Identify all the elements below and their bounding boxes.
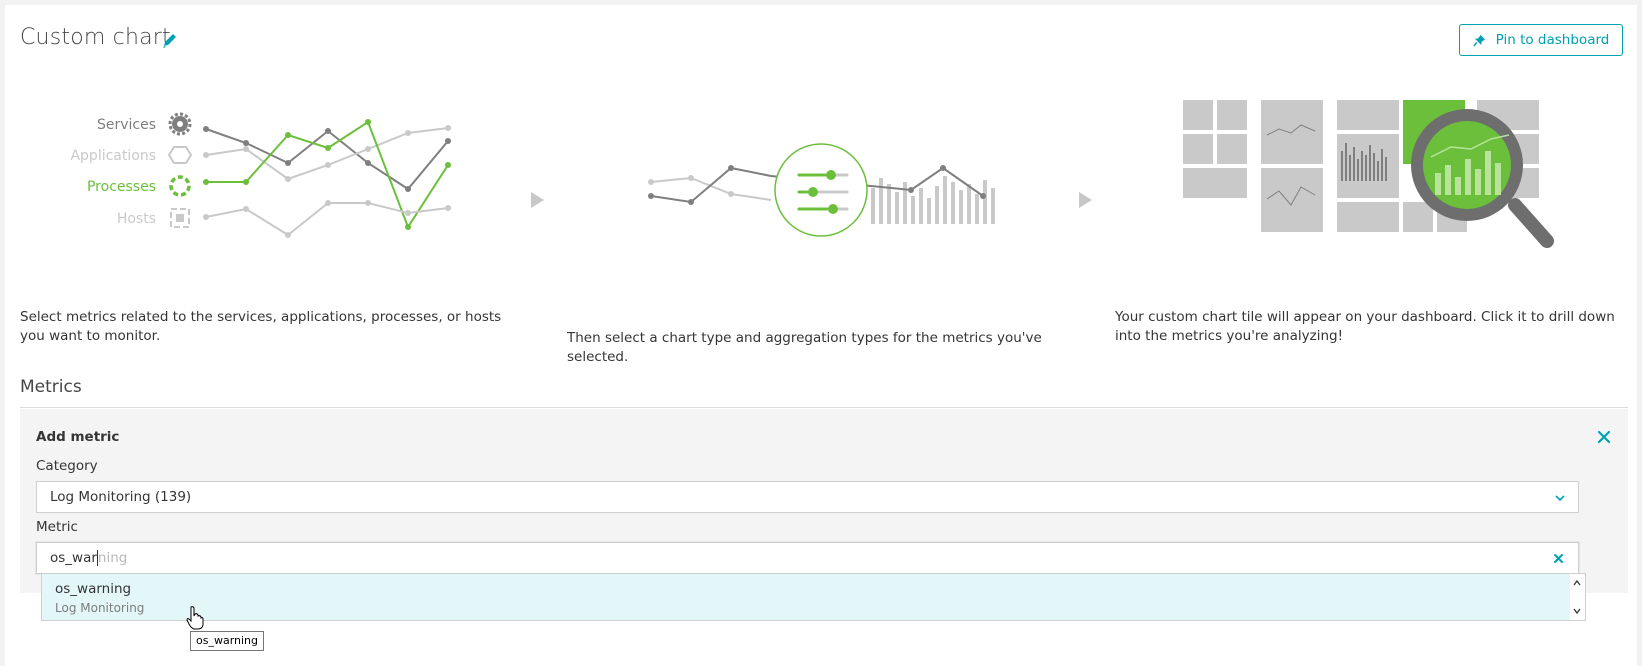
metric-typed-text: os_war [50, 550, 97, 566]
entity-label-processes: Processes [87, 179, 156, 195]
add-metric-panel: Add metric Category Log Monitoring (139)… [20, 409, 1628, 593]
hand-cursor-icon [186, 606, 204, 630]
metric-search-input[interactable]: os_war ning [36, 542, 1579, 574]
pin-to-dashboard-button[interactable]: Pin to dashboard [1459, 24, 1623, 56]
category-value: Log Monitoring (139) [50, 489, 192, 505]
pin-icon [1472, 34, 1485, 47]
metrics-section-title: Metrics [20, 377, 82, 397]
suggestion-option[interactable]: os_warning Log Monitoring [42, 574, 1570, 620]
scroll-down-icon[interactable] [1572, 606, 1582, 616]
processes-icon [169, 175, 191, 197]
dashboard-drilldown-illustration [1183, 100, 1554, 248]
step-arrow-icon [1079, 192, 1092, 208]
step-1-description: Select metrics related to the services, … [20, 309, 502, 344]
add-metric-title: Add metric [36, 429, 120, 445]
category-label: Category [36, 458, 98, 474]
hover-tooltip: os_warning [190, 631, 265, 651]
metric-autocomplete-hint: ning [97, 550, 128, 566]
scroll-up-icon[interactable] [1572, 578, 1582, 588]
close-icon[interactable] [1596, 429, 1612, 445]
metric-label: Metric [36, 519, 78, 535]
clear-icon[interactable] [1553, 553, 1564, 564]
category-select[interactable]: Log Monitoring (139) [36, 481, 1579, 513]
chevron-down-icon [1555, 495, 1565, 502]
chart-type-illustration [648, 143, 995, 237]
suggestion-name: os_warning [55, 581, 132, 597]
services-gear-icon [168, 112, 192, 136]
settings-sliders-icon [774, 143, 868, 237]
page-title: Custom chart [20, 25, 171, 50]
section-divider [20, 407, 1628, 408]
custom-chart-page: Custom chart Pin to dashboard Services A… [5, 5, 1637, 666]
step-2-description: Then select a chart type and aggregation… [567, 330, 1042, 365]
pin-button-label: Pin to dashboard [1495, 32, 1610, 48]
step-3-description: Your custom chart tile will appear on yo… [1115, 309, 1615, 344]
entity-label-applications: Applications [70, 148, 156, 164]
metric-suggestions-dropdown: os_warning Log Monitoring [41, 573, 1586, 621]
entity-label-hosts: Hosts [117, 211, 156, 227]
step-arrow-icon [531, 192, 544, 208]
hosts-icon [170, 208, 190, 228]
edit-pencil-icon[interactable] [161, 32, 179, 50]
entity-label-services: Services [97, 117, 156, 133]
suggestion-category: Log Monitoring [55, 601, 145, 615]
metrics-selection-illustration: Services Applications Processes Hosts [70, 112, 451, 238]
